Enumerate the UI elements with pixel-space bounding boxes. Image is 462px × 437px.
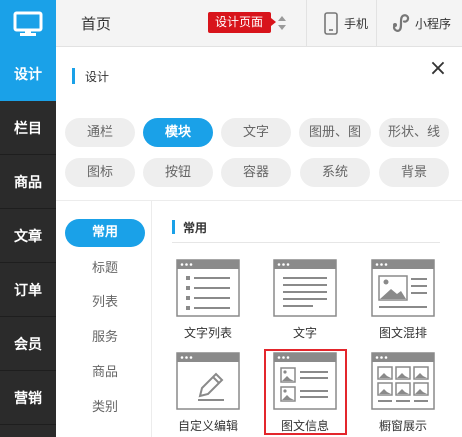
text-list-icon [176,259,240,317]
nav-item-design[interactable]: 设计 [0,47,56,101]
miniprogram-preview-button[interactable]: 小程序 [382,0,462,47]
page-type-badge: 设计页面 [208,12,277,33]
nav-item-orders[interactable]: 订单 [0,263,56,317]
divider [172,242,440,243]
subcategory-item[interactable]: 商品 [65,359,145,387]
module-tile-text-list[interactable]: 文字列表 [174,259,242,341]
subcategory-item[interactable]: 类别 [65,394,145,422]
category-chip[interactable]: 图册、图 [299,118,371,147]
nav-item-members[interactable]: 会员 [0,317,56,371]
phone-icon [324,12,338,35]
left-nav: 设计 栏目 商品 文章 订单 会员 营销 [0,0,56,437]
subcategory-item[interactable]: 常用 [65,219,145,247]
phone-preview-button[interactable]: 手机 [314,0,374,47]
divider [306,0,307,47]
phone-label: 手机 [344,17,369,31]
module-tile-mixed-layout[interactable]: 图文混排 [369,259,437,341]
nav-item-products[interactable]: 商品 [0,155,56,209]
category-chip[interactable]: 文字 [221,118,291,147]
design-panel-header: 设计 × [56,48,462,103]
category-chip[interactable]: 形状、线 [379,118,449,147]
subcategory-item[interactable]: 服务 [65,324,145,352]
module-tile-custom-edit[interactable]: 自定义编辑 [174,352,242,434]
nav-item-articles[interactable]: 文章 [0,209,56,263]
tile-caption: 橱窗展示 [378,419,427,433]
image-text-mixed-icon [371,259,435,317]
module-tile-text[interactable]: 文字 [271,259,339,341]
panel-title: 设计 [85,70,110,84]
text-block-icon [273,259,337,317]
nav-item-column[interactable]: 栏目 [0,101,56,155]
category-chip[interactable]: 模块 [143,118,213,147]
category-chip[interactable]: 图标 [65,158,135,187]
tile-caption: 文字 [292,326,317,340]
close-icon[interactable]: × [428,58,448,80]
category-chip[interactable]: 背景 [379,158,449,187]
tile-caption: 图文混排 [378,326,427,340]
divider [151,201,152,437]
miniprogram-label: 小程序 [415,17,452,31]
tile-caption: 自定义编辑 [177,419,238,433]
subcategory-item[interactable]: 标题 [65,255,145,283]
page-home-label[interactable]: 首页 [81,13,111,34]
section-accent-bar [172,220,175,234]
category-chip[interactable]: 系统 [300,158,370,187]
showcase-grid-icon [371,352,435,410]
nav-item-marketing[interactable]: 营销 [0,371,56,425]
category-chip[interactable]: 按钮 [143,158,213,187]
top-bar: 首页 设计页面 手机 小程序 [56,0,462,47]
title-accent-bar [72,68,75,84]
section-title: 常用 [183,221,208,235]
edit-pencil-icon [176,352,240,410]
category-chip[interactable]: 容器 [221,158,291,187]
divider [376,0,377,47]
module-tile-showcase[interactable]: 橱窗展示 [369,352,437,434]
selection-highlight [264,349,347,435]
subcategory-item[interactable]: 列表 [65,289,145,317]
divider [56,200,462,201]
sort-arrows-icon[interactable] [277,14,287,32]
miniprogram-icon [392,14,410,32]
category-chip[interactable]: 通栏 [65,118,135,147]
monitor-icon[interactable] [0,0,56,47]
tile-caption: 文字列表 [183,326,232,340]
